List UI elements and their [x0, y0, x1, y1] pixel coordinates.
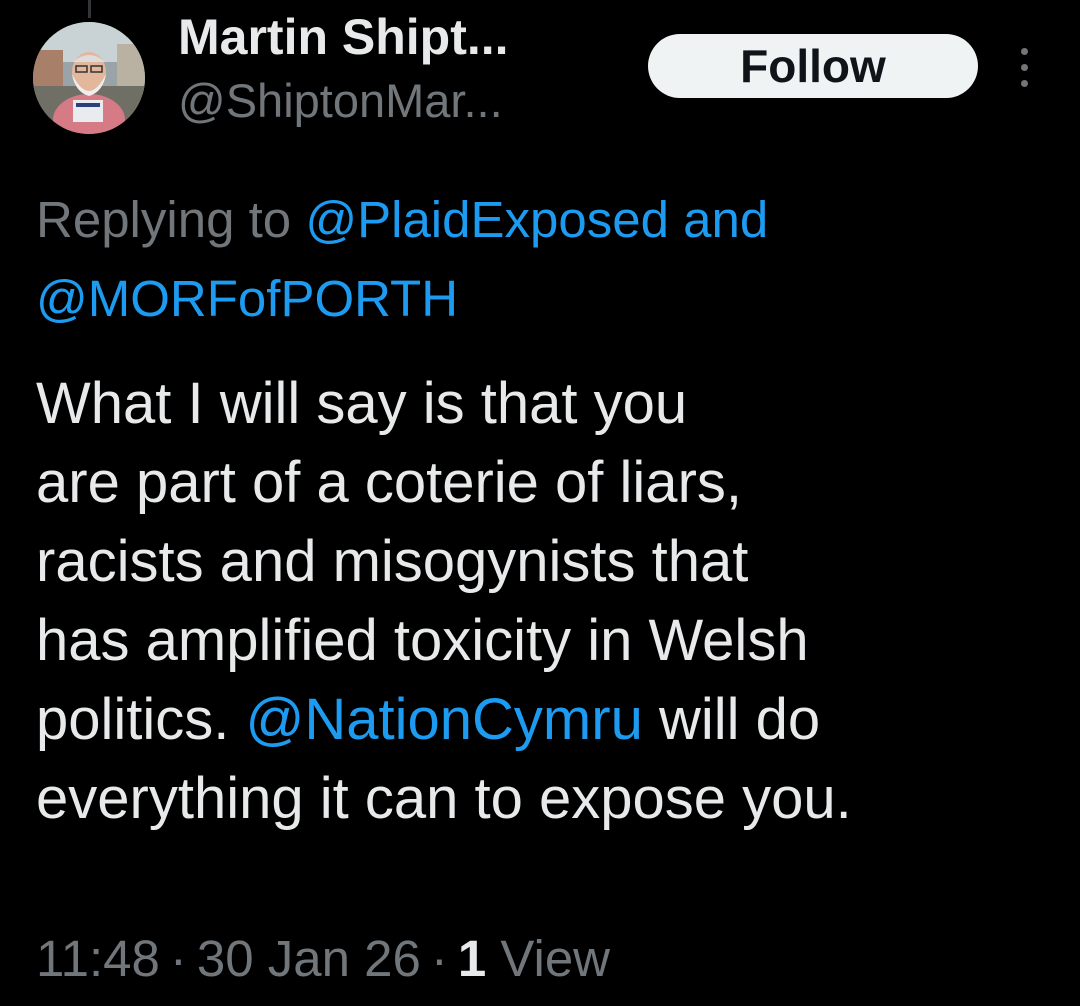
mention-link-nationcymru[interactable]: @NationCymru	[246, 687, 643, 752]
tweet-line: racists and misogynists that	[36, 529, 749, 594]
separator-dot: ·	[169, 930, 187, 987]
replying-to-joiner[interactable]: and	[669, 191, 768, 248]
tweet-text-segment: politics.	[36, 687, 246, 752]
tweet-metadata: 11:48 · 30 Jan 26 · 1 View	[36, 924, 610, 994]
thread-connector-line	[88, 0, 91, 18]
more-dot	[1021, 64, 1028, 71]
tweet-text-segment: will do	[642, 687, 821, 752]
follow-button[interactable]: Follow	[648, 34, 978, 98]
more-dot	[1021, 48, 1028, 55]
author-handle[interactable]: @ShiptonMar...	[178, 70, 503, 132]
more-options-icon[interactable]	[1005, 44, 1045, 92]
tweet-time[interactable]: 11:48	[36, 930, 160, 987]
tweet-line: What I will say is that you	[36, 371, 688, 436]
tweet-line: has amplified toxicity in Welsh	[36, 608, 809, 673]
tweet-line: politics. @NationCymru will do	[36, 680, 1046, 759]
tweet-date[interactable]: 30 Jan 26	[197, 930, 421, 987]
profile-photo-icon	[33, 22, 145, 134]
author-display-name[interactable]: Martin Shipt...	[178, 4, 509, 70]
tweet-text: What I will say is that you are part of …	[36, 364, 1046, 838]
views-count[interactable]: 1	[458, 930, 486, 987]
mention-link-morfofporth[interactable]: @MORFofPORTH	[36, 270, 458, 327]
mention-link-plaidexposed[interactable]: @PlaidExposed	[305, 191, 669, 248]
views-label[interactable]: View	[500, 930, 610, 987]
avatar[interactable]	[33, 22, 145, 134]
tweet-line: everything it can to expose you.	[36, 766, 852, 831]
replying-to: Replying to @PlaidExposed and @MORFofPOR…	[36, 180, 1046, 338]
replying-to-prefix: Replying to	[36, 191, 306, 248]
more-dot	[1021, 80, 1028, 87]
separator-dot: ·	[430, 930, 448, 987]
tweet-line: are part of a coterie of liars,	[36, 450, 742, 515]
